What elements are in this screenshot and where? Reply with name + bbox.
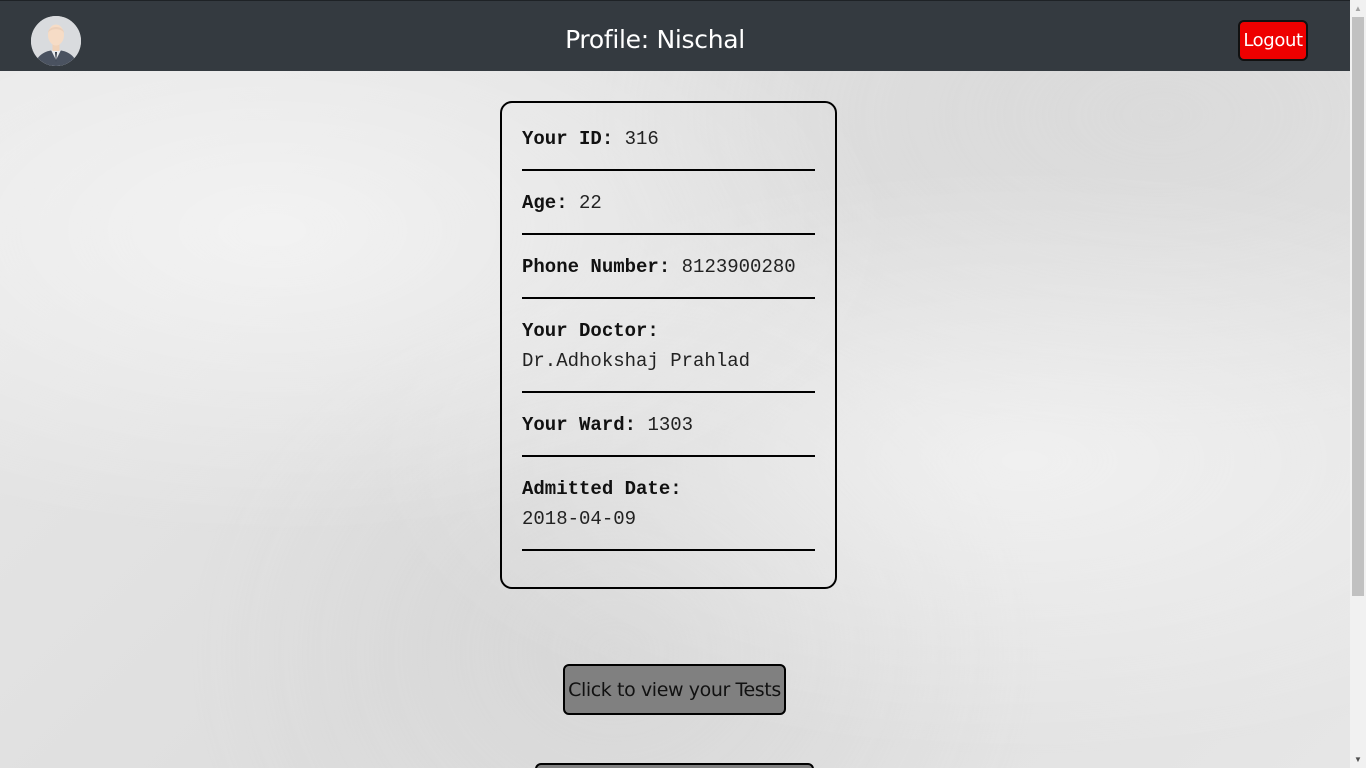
divider [522,391,815,393]
admitted-label: Admitted Date: [522,478,682,500]
phone-label: Phone Number: [522,256,671,278]
patient-id-value: 316 [624,128,659,150]
ward-value: 1303 [647,414,694,436]
doctor-value: Dr.Adhokshaj Prahlad [522,350,751,372]
secondary-action-button[interactable] [535,763,814,768]
scroll-down-arrow-icon[interactable]: ▼ [1354,755,1362,764]
divider [522,233,815,235]
divider [522,297,815,299]
admitted-value: 2018-04-09 [522,508,637,530]
admitted-row: Admitted Date: 2018-04-09 [522,474,815,534]
patient-id-row: Your ID: 316 [522,124,815,154]
patient-id-label: Your ID: [522,128,614,150]
doctor-row: Your Doctor: Dr.Adhokshaj Prahlad [522,316,815,376]
divider [522,169,815,171]
page-title: Profile: Nischal [565,25,745,54]
view-tests-button[interactable]: Click to view your Tests [563,664,786,715]
age-row: Age: 22 [522,188,815,218]
top-navbar: Profile: Nischal Logout [0,0,1350,71]
age-value: 22 [579,192,602,214]
ward-row: Your Ward: 1303 [522,410,815,440]
profile-card: Your ID: 316 Age: 22 Phone Number: 81239… [500,101,837,589]
ward-label: Your Ward: [522,414,637,436]
scrollbar-thumb[interactable] [1352,17,1364,596]
phone-value: 8123900280 [681,256,796,278]
logout-button[interactable]: Logout [1238,20,1308,61]
phone-row: Phone Number: 8123900280 [522,252,815,282]
doctor-label: Your Doctor: [522,320,659,342]
age-label: Age: [522,192,568,214]
scroll-up-arrow-icon[interactable]: ▲ [1354,4,1362,13]
divider [522,455,815,457]
divider [522,549,815,551]
